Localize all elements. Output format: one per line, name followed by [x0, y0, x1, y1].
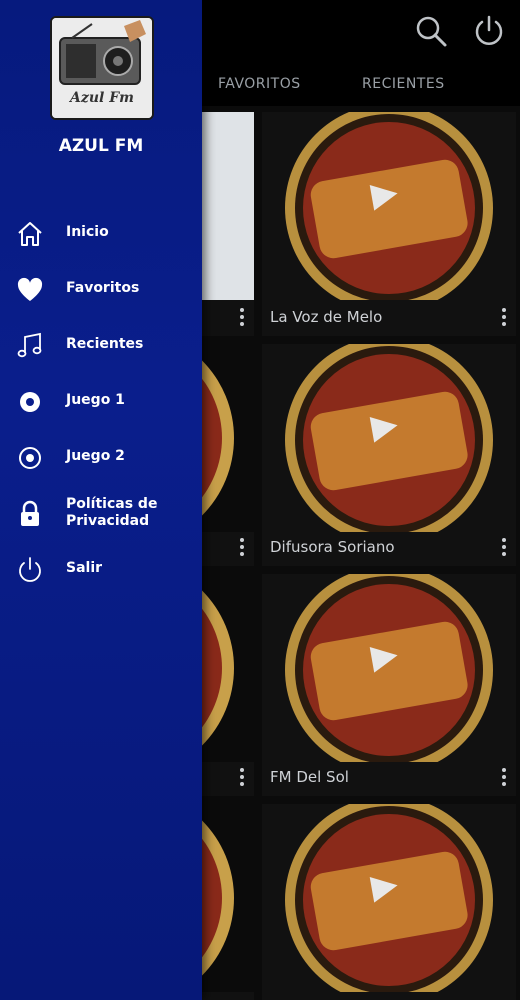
- station-card[interactable]: Difusora Soriano: [262, 344, 516, 566]
- target-icon: [20, 392, 40, 412]
- station-title: Difusora Soriano: [270, 538, 395, 556]
- navigation-drawer: Azul Fm AZUL FM Inicio Favoritos Recient…: [0, 0, 202, 1000]
- drawer-item-label: Juego 1: [66, 392, 125, 408]
- station-card[interactable]: [262, 804, 516, 1000]
- station-title: FM Del Sol: [270, 768, 349, 786]
- drawer-item-label: Recientes: [66, 336, 144, 352]
- lock-icon: [21, 500, 39, 526]
- app-screen: FAVORITOS RECIENTES La Voz de Melo Difus…: [0, 0, 520, 1000]
- drawer-item-juego-2[interactable]: Juego 2: [0, 436, 202, 480]
- more-options-icon[interactable]: [234, 536, 250, 558]
- more-options-icon[interactable]: [496, 306, 512, 328]
- drawer-item-juego-1[interactable]: Juego 1: [0, 380, 202, 424]
- drawer-item-label: Salir: [66, 560, 103, 576]
- more-options-icon[interactable]: [234, 306, 250, 328]
- station-card[interactable]: La Voz de Melo: [262, 112, 516, 336]
- drawer-item-inicio[interactable]: Inicio: [0, 212, 202, 256]
- music-note-icon: [17, 332, 42, 358]
- more-options-icon[interactable]: [496, 536, 512, 558]
- more-options-icon[interactable]: [496, 766, 512, 788]
- station-artwork: [262, 112, 516, 300]
- station-artwork: [262, 804, 516, 992]
- app-logo: Azul Fm: [50, 16, 154, 120]
- station-artwork: [262, 574, 516, 762]
- station-card[interactable]: FM Del Sol: [262, 574, 516, 796]
- target-icon: [19, 447, 41, 469]
- drawer-item-label: Juego 2: [66, 448, 125, 464]
- search-icon[interactable]: [414, 14, 448, 48]
- station-title: La Voz de Melo: [270, 308, 383, 326]
- drawer-item-favoritos[interactable]: Favoritos: [0, 268, 202, 312]
- more-options-icon[interactable]: [234, 766, 250, 788]
- drawer-item-label: Favoritos: [66, 280, 140, 296]
- drawer-item-label: Políticas de Privacidad: [66, 496, 158, 529]
- power-icon[interactable]: [472, 14, 506, 48]
- heart-icon: [17, 277, 43, 301]
- power-icon: [19, 557, 41, 582]
- logo-text: Azul Fm: [70, 90, 134, 106]
- home-icon: [18, 222, 42, 246]
- tab-favoritos[interactable]: FAVORITOS: [218, 76, 301, 92]
- tab-recientes[interactable]: RECIENTES: [362, 76, 445, 92]
- app-name: AZUL FM: [58, 136, 144, 156]
- drawer-item-politicas[interactable]: Políticas de Privacidad: [0, 492, 202, 542]
- drawer-item-salir[interactable]: Salir: [0, 548, 202, 592]
- station-artwork: [262, 344, 516, 532]
- drawer-item-recientes[interactable]: Recientes: [0, 324, 202, 368]
- drawer-item-label: Inicio: [66, 224, 109, 240]
